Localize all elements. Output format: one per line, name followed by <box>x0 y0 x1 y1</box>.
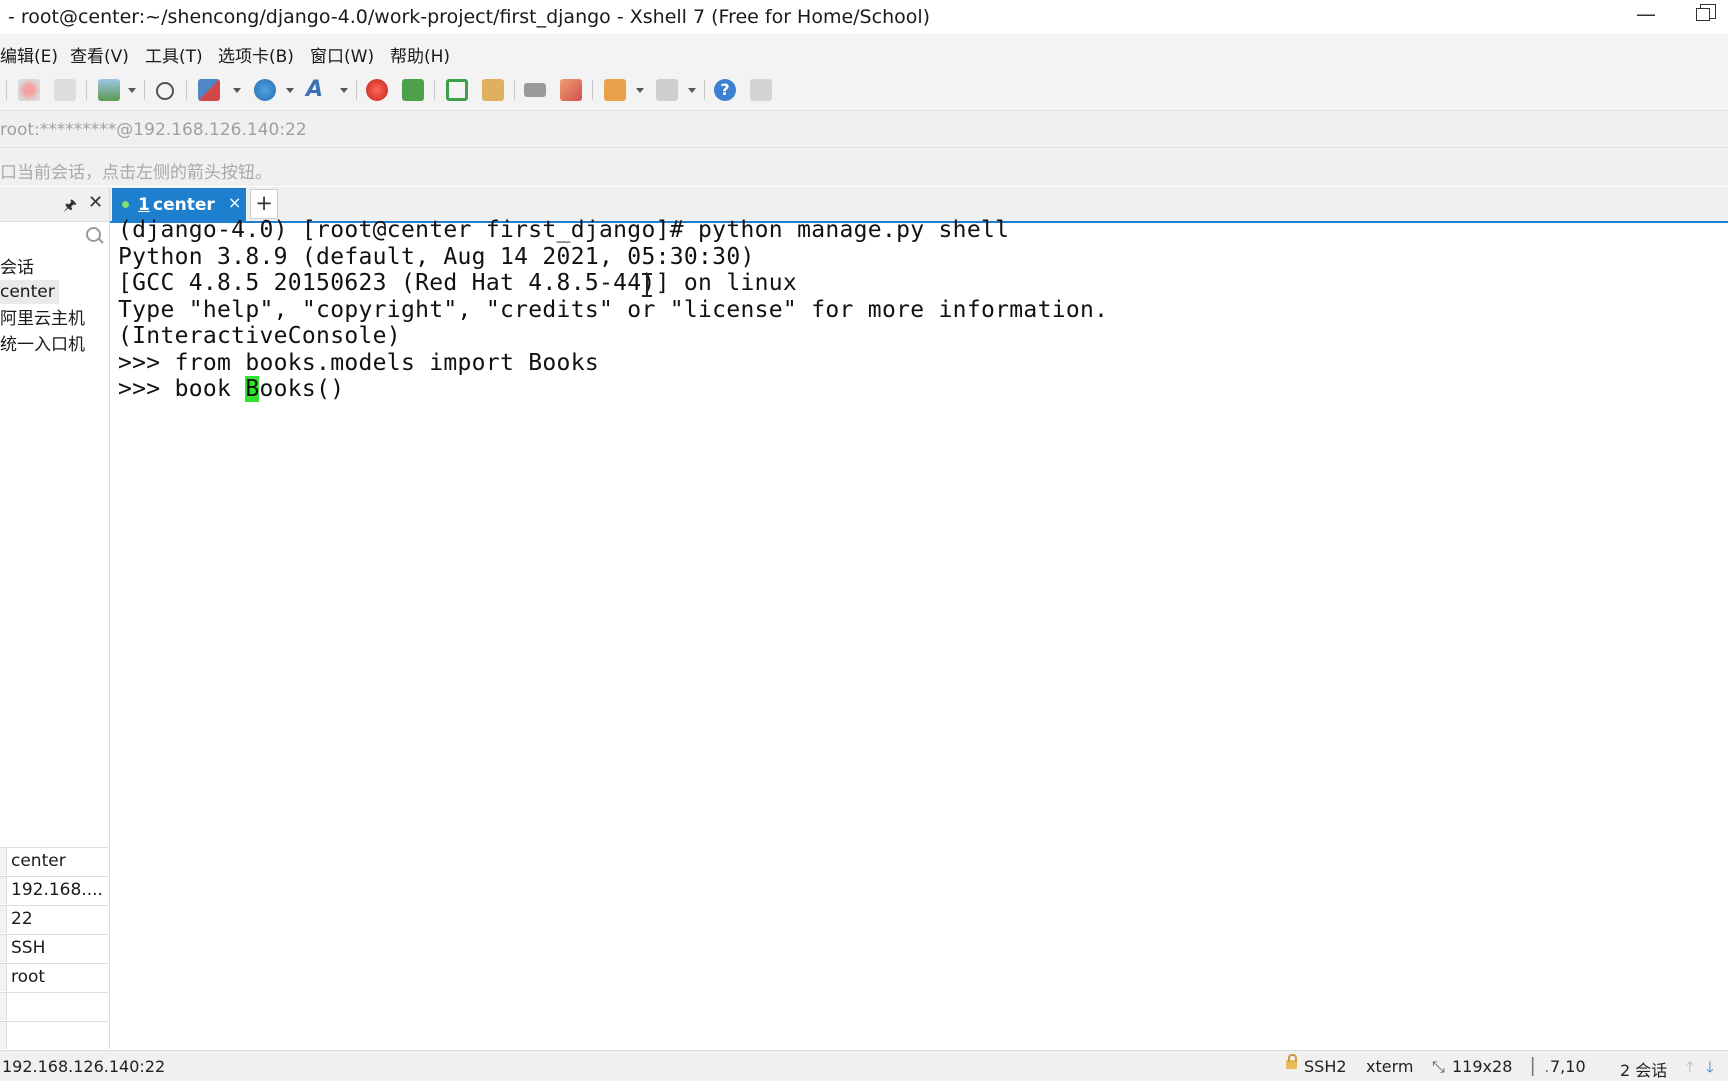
arrow-down-icon[interactable]: 🡓 <box>1706 1057 1714 1082</box>
terminal-line: Python 3.8.9 (default, Aug 14 2021, 05:3… <box>118 244 755 270</box>
terminal-line: (InteractiveConsole) <box>118 323 401 349</box>
menu-window[interactable]: 窗口(W) <box>310 42 374 67</box>
address-bar[interactable]: root:*********@192.168.126.140:22 <box>0 111 1728 148</box>
chevron-down-icon[interactable] <box>128 88 136 93</box>
menu-edit[interactable]: 编辑(E) <box>0 42 58 67</box>
lock-icon[interactable] <box>482 79 504 101</box>
property-row: root <box>0 963 108 992</box>
search-icon[interactable] <box>86 227 101 242</box>
property-row: 192.168.... <box>0 876 108 905</box>
chevron-down-icon[interactable] <box>340 88 348 93</box>
session-sidebar: 🖈 ✕ 会话 center 阿里云主机 统一入口机 center 192.168… <box>0 187 110 1049</box>
terminal-line: Type "help", "copyright", "credits" or "… <box>118 297 1109 323</box>
address-text[interactable]: root:*********@192.168.126.140:22 <box>0 120 307 140</box>
font-icon[interactable]: A <box>306 79 328 101</box>
terminal-line: (django-4.0) [root@center first_django]#… <box>118 217 1010 243</box>
session-manager-icon[interactable] <box>604 79 626 101</box>
window-title: - root@center:~/shencong/django-4.0/work… <box>8 6 931 28</box>
status-term: xterm <box>1366 1057 1414 1076</box>
property-port: 22 <box>11 909 33 929</box>
tree-item-gateway[interactable]: 统一入口机 <box>0 333 85 357</box>
toolbar-separator <box>6 80 7 100</box>
session-properties: center 192.168.... 22 SSH root <box>0 847 108 1050</box>
menu-view[interactable]: 查看(V) <box>70 42 129 67</box>
toolbar-separator <box>186 80 187 100</box>
restore-button[interactable] <box>1696 4 1716 21</box>
toolbar-separator <box>514 80 515 100</box>
chevron-down-icon[interactable] <box>286 88 294 93</box>
highlight-icon[interactable] <box>560 79 582 101</box>
chat-icon[interactable] <box>750 79 772 101</box>
property-row: center <box>0 847 108 876</box>
globe-icon[interactable] <box>254 79 276 101</box>
menu-help[interactable]: 帮助(H) <box>390 42 450 67</box>
connected-status-icon <box>122 201 129 208</box>
compose-icon[interactable] <box>656 79 678 101</box>
property-protocol: SSH <box>11 938 46 958</box>
toolbar-separator <box>704 80 705 100</box>
sidebar-header: 🖈 ✕ <box>0 187 109 222</box>
tab-label: center <box>153 195 215 215</box>
status-sessions: 2 会话 <box>1620 1061 1668 1080</box>
property-row <box>0 992 108 1021</box>
property-host: 192.168.... <box>11 880 103 900</box>
status-position: 7,10 <box>1550 1057 1586 1076</box>
mouse-ibeam-icon <box>642 273 652 297</box>
xftp-icon[interactable] <box>402 79 424 101</box>
toolbar-separator <box>356 80 357 100</box>
property-name: center <box>11 851 66 871</box>
tree-item-aliyun[interactable]: 阿里云主机 <box>0 307 85 331</box>
layout-icon[interactable] <box>198 79 220 101</box>
minimize-button[interactable]: — <box>1636 2 1656 26</box>
toolbar-separator <box>592 80 593 100</box>
tab-close-icon[interactable]: × <box>228 193 241 212</box>
xmanager-icon[interactable] <box>366 79 388 101</box>
status-host: 192.168.126.140:22 <box>2 1057 166 1076</box>
terminal-area[interactable]: (django-4.0) [root@center first_django]#… <box>110 217 1728 1049</box>
arrow-up-icon[interactable]: 🡑 <box>1686 1057 1694 1082</box>
hint-bar: 口当前会话，点击左侧的箭头按钮。 <box>0 148 1728 186</box>
property-row: SSH <box>0 934 108 963</box>
chevron-down-icon[interactable] <box>233 88 241 93</box>
toolbar-separator <box>86 80 87 100</box>
help-icon[interactable]: ? <box>714 79 736 101</box>
terminal-text: ooks() <box>259 376 345 402</box>
find-icon[interactable] <box>156 82 174 100</box>
disconnect-icon[interactable] <box>54 79 76 101</box>
status-bar: 192.168.126.140:22 SSH2 xterm ⤡ 119x28 ▏… <box>0 1050 1728 1081</box>
menu-bar: 编辑(E) 查看(V) 工具(T) 选项卡(B) 窗口(W) 帮助(H) <box>0 34 1728 70</box>
connect-icon[interactable] <box>18 79 40 101</box>
toolbar-separator <box>144 80 145 100</box>
close-icon[interactable]: ✕ <box>88 192 103 213</box>
keyboard-icon[interactable] <box>524 83 546 97</box>
terminal-text: >>> book <box>118 376 246 402</box>
properties-icon[interactable] <box>98 79 120 101</box>
toolbar-separator <box>434 80 435 100</box>
tree-item-center[interactable]: center <box>0 280 59 304</box>
fullscreen-icon[interactable] <box>446 79 468 101</box>
terminal-cursor: B <box>245 376 260 402</box>
cursor-position-icon: ▏. <box>1532 1057 1550 1076</box>
property-row <box>0 1021 108 1050</box>
chevron-down-icon[interactable] <box>636 88 644 93</box>
property-user: root <box>11 967 46 987</box>
property-row: 22 <box>0 905 108 934</box>
lock-icon <box>1286 1054 1297 1069</box>
status-protocol: SSH2 <box>1304 1057 1347 1076</box>
chevron-down-icon[interactable] <box>688 88 696 93</box>
hint-text: 口当前会话，点击左侧的箭头按钮。 <box>0 163 272 183</box>
terminal-input-line: >>> book Books() <box>118 376 344 402</box>
menu-tools[interactable]: 工具(T) <box>145 42 203 67</box>
terminal-line: >>> from books.models import Books <box>118 350 600 376</box>
status-size: 119x28 <box>1452 1057 1513 1076</box>
title-bar: - root@center:~/shencong/django-4.0/work… <box>0 0 1728 34</box>
pin-icon[interactable]: 🖈 <box>63 195 77 220</box>
menu-tab[interactable]: 选项卡(B) <box>218 42 294 67</box>
new-tab-button[interactable]: + <box>250 189 278 219</box>
toolbar: A ? <box>0 70 1728 111</box>
resize-icon: ⤡ <box>1432 1057 1445 1076</box>
tree-item-sessions[interactable]: 会话 <box>0 256 34 280</box>
tab-number: 1 <box>138 195 150 215</box>
terminal-line: [GCC 4.8.5 20150623 (Red Hat 4.8.5-44)] … <box>118 270 798 296</box>
